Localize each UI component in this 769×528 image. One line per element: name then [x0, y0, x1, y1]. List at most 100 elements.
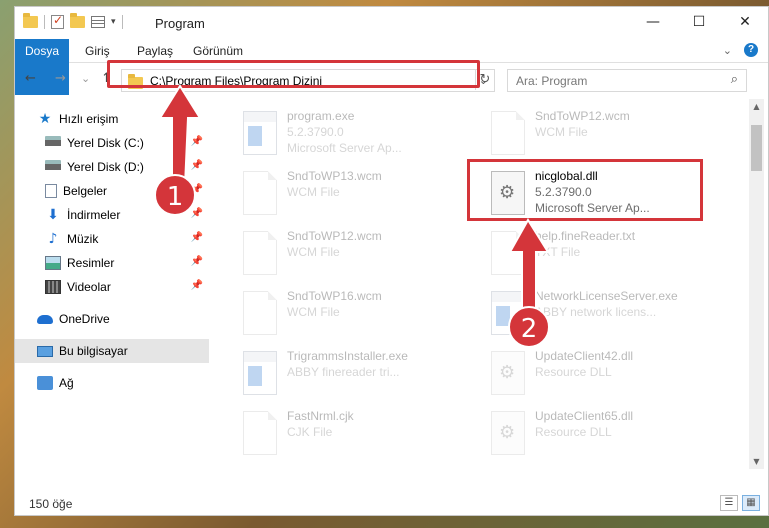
- sidebar-item-label: İndirmeler: [67, 208, 121, 222]
- network-icon: [37, 376, 53, 390]
- file-name: SndToWP12.wcm: [535, 109, 630, 123]
- sidebar-item-label: Müzik: [67, 232, 99, 246]
- sidebar-item-videos[interactable]: Videolar 📌: [15, 275, 209, 299]
- expand-ribbon-icon[interactable]: ⌄: [723, 44, 732, 57]
- sidebar-item-music[interactable]: ♪ Müzik 📌: [15, 227, 209, 251]
- file-type: CJK File: [287, 425, 333, 439]
- star-icon: ★: [38, 111, 52, 127]
- file-type: WCM File: [535, 125, 588, 139]
- dll-file-icon: ⚙: [491, 411, 525, 455]
- sidebar-item-label: Ağ: [59, 376, 74, 390]
- pin-icon[interactable]: 📌: [191, 256, 203, 267]
- disk-icon: [45, 160, 61, 174]
- close-button[interactable]: ✕: [722, 7, 768, 37]
- file-icon: [243, 411, 277, 455]
- back-button[interactable]: ←: [25, 71, 36, 86]
- file-list: program.exe 5.2.3790.0 Microsoft Server …: [211, 99, 741, 469]
- divider: [44, 15, 45, 29]
- help-icon[interactable]: ?: [744, 43, 758, 57]
- file-icon: [243, 171, 277, 215]
- music-icon: ♪: [48, 231, 58, 247]
- maximize-button[interactable]: ☐: [676, 7, 722, 37]
- folder-icon: [23, 13, 38, 28]
- divider: [121, 15, 123, 29]
- sidebar-item-label: Yerel Disk (C:): [67, 136, 144, 150]
- file-type: Resource DLL: [535, 365, 612, 379]
- scroll-down-icon[interactable]: ▼: [749, 454, 764, 469]
- search-input[interactable]: Ara: Program: [516, 74, 587, 88]
- customize-dropdown-icon[interactable]: ▾: [111, 17, 116, 27]
- sidebar-item-label: Yerel Disk (D:): [67, 160, 144, 174]
- search-box[interactable]: Ara: Program ⌕: [507, 69, 747, 92]
- file-item[interactable]: SndToWP16.wcm WCM File: [235, 283, 475, 339]
- title-bar: ▾ Program — ☐ ✕: [15, 7, 768, 39]
- file-name: SndToWP16.wcm: [287, 289, 382, 303]
- file-item[interactable]: SndToWP13.wcm WCM File: [235, 163, 475, 219]
- exe-file-icon: [243, 111, 277, 155]
- minimize-button[interactable]: —: [630, 7, 676, 37]
- file-name: TrigrammsInstaller.exe: [287, 349, 408, 363]
- search-icon: ⌕: [730, 72, 738, 87]
- file-description: Microsoft Server Ap...: [287, 141, 402, 155]
- recent-locations-dropdown[interactable]: ⌄: [81, 72, 90, 85]
- sidebar-item-label: Belgeler: [63, 184, 108, 198]
- file-icon: [243, 291, 277, 335]
- status-bar: 150 öğe ☰ ▦: [15, 493, 768, 515]
- file-type: WCM File: [287, 305, 340, 319]
- sidebar-item-label: OneDrive: [59, 312, 110, 326]
- computer-icon: [37, 345, 53, 357]
- file-name: FastNrml.cjk: [287, 409, 354, 423]
- forward-button[interactable]: →: [55, 71, 66, 86]
- file-item[interactable]: SndToWP12.wcm WCM File: [235, 223, 475, 279]
- file-item[interactable]: program.exe 5.2.3790.0 Microsoft Server …: [235, 103, 475, 159]
- tab-home[interactable]: Giriş: [85, 39, 110, 63]
- sidebar-item-this-pc[interactable]: Bu bilgisayar: [15, 339, 209, 363]
- file-name: program.exe: [287, 109, 355, 123]
- download-icon: ⬇: [47, 207, 59, 223]
- details-view-icon[interactable]: ☰: [720, 495, 738, 511]
- file-name: SndToWP12.wcm: [287, 229, 382, 243]
- sidebar-item-label: Bu bilgisayar: [59, 344, 128, 358]
- sidebar-item-label: Videolar: [67, 280, 111, 294]
- file-item[interactable]: ⚙ UpdateClient65.dll Resource DLL: [483, 403, 723, 459]
- sidebar-item-pictures[interactable]: Resimler 📌: [15, 251, 209, 275]
- pin-icon[interactable]: 📌: [191, 280, 203, 291]
- file-item[interactable]: SndToWP12.wcm WCM File: [483, 103, 723, 159]
- file-highlight: [467, 159, 703, 221]
- scroll-thumb[interactable]: [751, 125, 762, 171]
- step-badge-1: 1: [154, 174, 196, 216]
- window-title: Program: [155, 16, 205, 31]
- large-icons-view-icon[interactable]: ▦: [742, 495, 760, 511]
- file-item[interactable]: TrigrammsInstaller.exe ABBY finereader t…: [235, 343, 475, 399]
- new-folder-icon[interactable]: [70, 13, 85, 28]
- file-icon: [243, 231, 277, 275]
- view-list-icon[interactable]: [91, 16, 105, 28]
- file-icon: [491, 111, 525, 155]
- ribbon-controls: ⌄ ?: [723, 43, 758, 57]
- sidebar-item-label: Resimler: [67, 256, 115, 270]
- file-type: WCM File: [287, 245, 340, 259]
- document-icon: [45, 184, 57, 198]
- window-controls: — ☐ ✕: [630, 7, 768, 37]
- file-version: 5.2.3790.0: [287, 125, 344, 139]
- view-switcher: ☰ ▦: [720, 495, 760, 511]
- scroll-up-icon[interactable]: ▲: [749, 99, 764, 114]
- file-item[interactable]: ⚙ UpdateClient42.dll Resource DLL: [483, 343, 723, 399]
- dll-file-icon: ⚙: [491, 351, 525, 395]
- pictures-icon: [45, 256, 61, 270]
- file-item[interactable]: FastNrml.cjk CJK File: [235, 403, 475, 459]
- exe-file-icon: [243, 351, 277, 395]
- sidebar-item-onedrive[interactable]: OneDrive: [15, 307, 209, 331]
- file-name: UpdateClient65.dll: [535, 409, 634, 423]
- sidebar-item-network[interactable]: Ağ: [15, 371, 209, 395]
- sidebar-item-label: Hızlı erişim: [59, 112, 119, 126]
- gear-icon: ⚙: [499, 422, 516, 443]
- quick-access-toolbar: ▾: [23, 13, 123, 29]
- vertical-scrollbar[interactable]: ▲ ▼: [749, 99, 764, 469]
- cloud-icon: [37, 314, 53, 324]
- pin-icon[interactable]: 📌: [191, 232, 203, 243]
- file-name: SndToWP13.wcm: [287, 169, 382, 183]
- file-name: UpdateClient42.dll: [535, 349, 634, 363]
- gear-icon: ⚙: [499, 362, 516, 383]
- properties-check-icon[interactable]: [51, 13, 64, 29]
